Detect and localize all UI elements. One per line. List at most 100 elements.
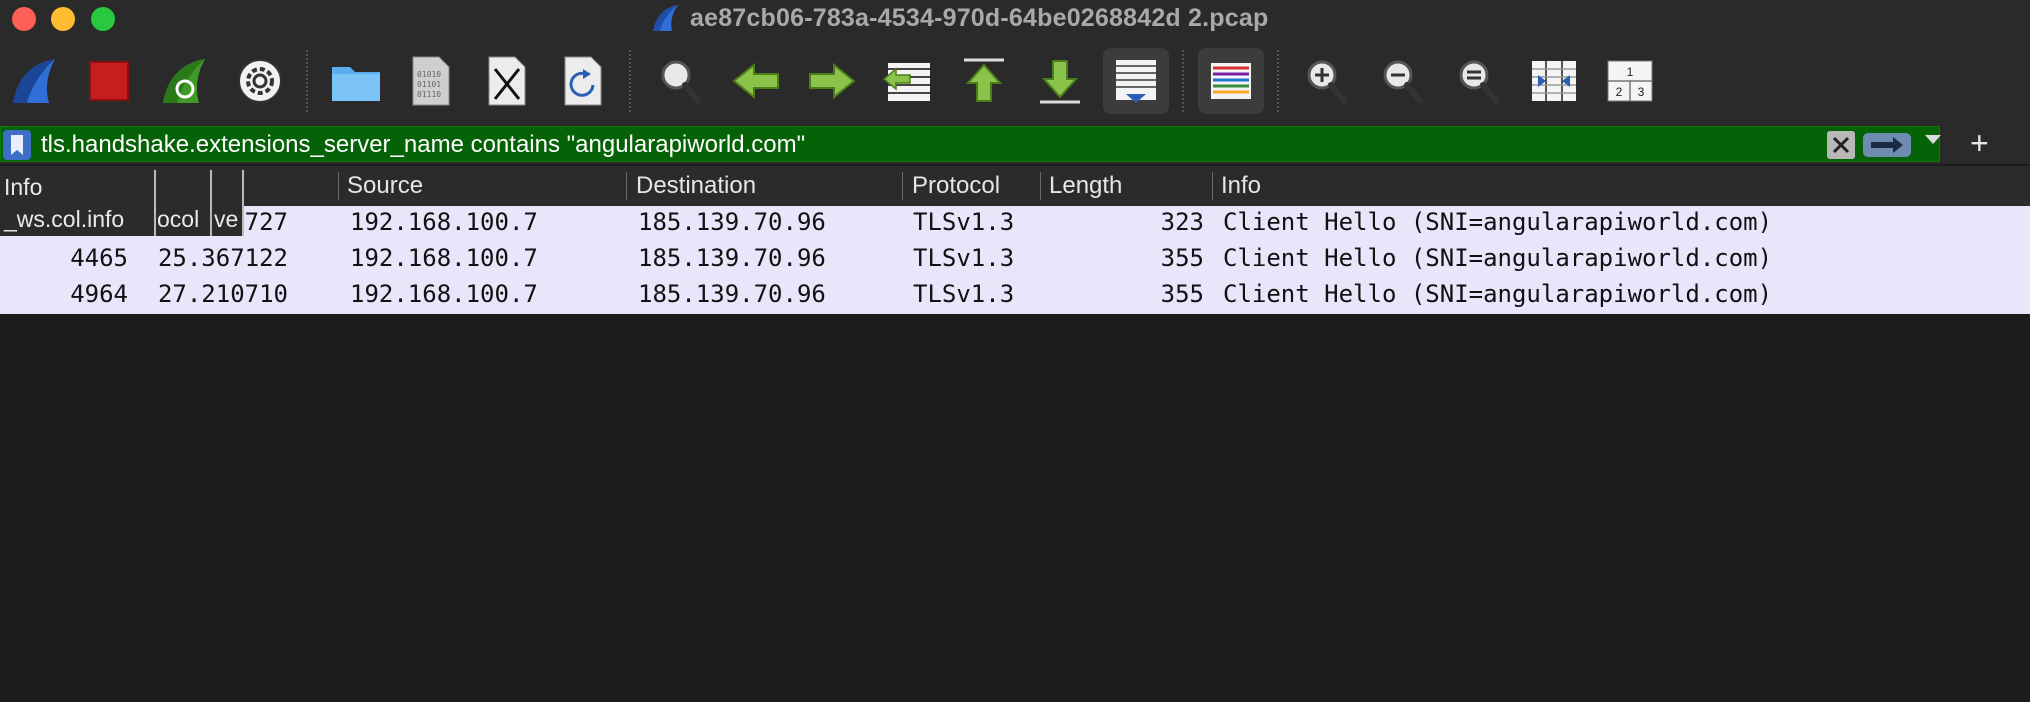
close-file-icon — [488, 56, 526, 106]
goto-packet-icon — [882, 63, 930, 101]
arrow-left-icon — [732, 62, 779, 100]
filter-expression: tls.handshake.extensions_server_name con… — [41, 131, 806, 158]
zoom-in-button[interactable] — [1293, 48, 1359, 114]
packet-destination: 185.139.70.96 — [638, 208, 826, 236]
packet-protocol: TLSv1.3 — [913, 280, 1015, 308]
packet-info: Client Hello (SNI=angularapiworld.com) — [1223, 208, 1773, 236]
zoom-normal-icon — [1459, 60, 1499, 104]
auto-scroll-button[interactable] — [1103, 48, 1169, 114]
start-capture-button[interactable] — [0, 48, 66, 114]
arrow-right-icon — [809, 62, 856, 100]
packet-detail-empty-area — [0, 314, 2030, 702]
zoom-window-button[interactable] — [91, 7, 115, 31]
packet-destination: 185.139.70.96 — [638, 244, 826, 272]
reload-file-button[interactable] — [550, 48, 616, 114]
dragged-protocol-ghost[interactable]: ocol — [155, 202, 210, 236]
packet-source: 192.168.100.7 — [350, 244, 538, 272]
table-row[interactable]: 4465 25.367122 192.168.100.7 185.139.70.… — [0, 242, 2030, 278]
layout-digit-2: 2 — [1616, 85, 1623, 99]
folder-icon — [332, 67, 380, 101]
packet-length: 355 — [1160, 280, 1204, 308]
capture-options-button[interactable] — [227, 48, 293, 114]
layout-digit-1: 1 — [1627, 65, 1634, 79]
column-header-destination[interactable]: Destination — [636, 172, 756, 200]
packet-source: 192.168.100.7 — [350, 280, 538, 308]
packet-info: Client Hello (SNI=angularapiworld.com) — [1223, 280, 1773, 308]
column-divider[interactable] — [338, 172, 339, 200]
ghost-protocol-fragment: ocol — [157, 206, 200, 232]
go-forward-button[interactable] — [799, 48, 865, 114]
normal-size-button[interactable] — [1445, 48, 1511, 114]
ghost-divider — [242, 170, 244, 236]
packet-source: 192.168.100.7 — [350, 208, 538, 236]
dragged-column-ghost[interactable]: Info _ws.col.info — [0, 170, 155, 236]
column-divider[interactable] — [1212, 172, 1213, 200]
apply-filter-button[interactable] — [1863, 133, 1911, 157]
column-divider[interactable] — [902, 172, 903, 200]
filter-bookmark-button[interactable] — [3, 130, 31, 160]
clear-filter-button[interactable] — [1827, 131, 1855, 159]
toolbar-separator — [629, 50, 631, 112]
packet-time: 25.367122 — [157, 244, 288, 272]
add-filter-button[interactable]: + — [1970, 124, 1989, 162]
arrow-up-to-top-icon — [964, 58, 1004, 102]
table-row[interactable]: 4964 27.210710 192.168.100.7 185.139.70.… — [0, 278, 2030, 314]
column-header-length[interactable]: Length — [1049, 172, 1122, 200]
zoom-in-icon — [1307, 60, 1347, 104]
close-file-button[interactable] — [474, 48, 540, 114]
last-packet-button[interactable] — [1027, 48, 1093, 114]
packet-protocol: TLSv1.3 — [913, 244, 1015, 272]
packet-info: Client Hello (SNI=angularapiworld.com) — [1223, 244, 1773, 272]
toolbar-separator — [1277, 50, 1279, 112]
layout-digit-3: 3 — [1638, 85, 1645, 99]
display-filter-input[interactable]: tls.handshake.extensions_server_name con… — [0, 126, 1941, 162]
column-header-source[interactable]: Source — [347, 172, 423, 200]
go-back-button[interactable] — [723, 48, 789, 114]
column-header-protocol[interactable]: Protocol — [912, 172, 1000, 200]
resize-columns-icon — [1532, 61, 1576, 101]
packet-protocol: TLSv1.3 — [913, 208, 1015, 236]
close-window-button[interactable] — [12, 7, 36, 31]
open-file-button[interactable] — [323, 48, 389, 114]
stop-square-icon — [89, 61, 129, 101]
window-title-group: ae87cb06-783a-4534-970d-64be0268842d 2.p… — [650, 0, 1268, 36]
restart-capture-button[interactable] — [150, 48, 216, 114]
packet-list: 727 192.168.100.7 185.139.70.96 TLSv1.3 … — [0, 206, 2030, 314]
column-divider[interactable] — [1040, 172, 1041, 200]
ghost-divider — [210, 170, 212, 236]
minimize-window-button[interactable] — [51, 7, 75, 31]
layout-panes-icon: 1 2 3 — [1607, 60, 1653, 102]
layout-button[interactable]: 1 2 3 — [1597, 48, 1663, 114]
dragged-ve-ghost[interactable]: ve — [212, 202, 242, 236]
first-packet-button[interactable] — [951, 48, 1017, 114]
find-packet-button[interactable] — [647, 48, 713, 114]
display-filter-bar: tls.handshake.extensions_server_name con… — [0, 124, 2030, 164]
column-header-info[interactable]: Info — [1221, 172, 1261, 200]
filter-history-dropdown[interactable] — [1925, 135, 1941, 144]
colorize-button[interactable] — [1198, 48, 1264, 114]
title-bar: ae87cb06-783a-4534-970d-64be0268842d 2.p… — [0, 0, 2030, 36]
colorize-lines-icon — [1211, 63, 1251, 99]
stop-capture-button[interactable] — [76, 48, 142, 114]
apply-arrow-icon — [1871, 137, 1903, 153]
packet-length: 355 — [1160, 244, 1204, 272]
ghost-field-label: _ws.col.info — [4, 206, 125, 232]
packet-destination: 185.139.70.96 — [638, 280, 826, 308]
arrow-down-to-bottom-icon — [1040, 60, 1080, 104]
table-row[interactable]: 727 192.168.100.7 185.139.70.96 TLSv1.3 … — [0, 206, 2030, 242]
packet-time: 27.210710 — [157, 280, 288, 308]
column-divider[interactable] — [626, 172, 627, 200]
shark-fin-icon — [13, 59, 55, 103]
ghost-divider — [154, 170, 156, 236]
svg-text:01110: 01110 — [417, 90, 441, 99]
gear-icon — [238, 59, 282, 103]
resize-columns-button[interactable] — [1521, 48, 1587, 114]
packet-number: 4465 — [70, 244, 128, 272]
go-to-packet-button[interactable] — [875, 48, 941, 114]
autoscroll-icon — [1116, 60, 1156, 103]
zoom-out-button[interactable] — [1369, 48, 1435, 114]
save-file-button[interactable]: 01010 01101 01110 — [398, 48, 464, 114]
shark-fin-icon — [653, 5, 678, 31]
toolbar-separator — [1182, 50, 1184, 112]
ghost-info-label: Info — [4, 174, 43, 200]
